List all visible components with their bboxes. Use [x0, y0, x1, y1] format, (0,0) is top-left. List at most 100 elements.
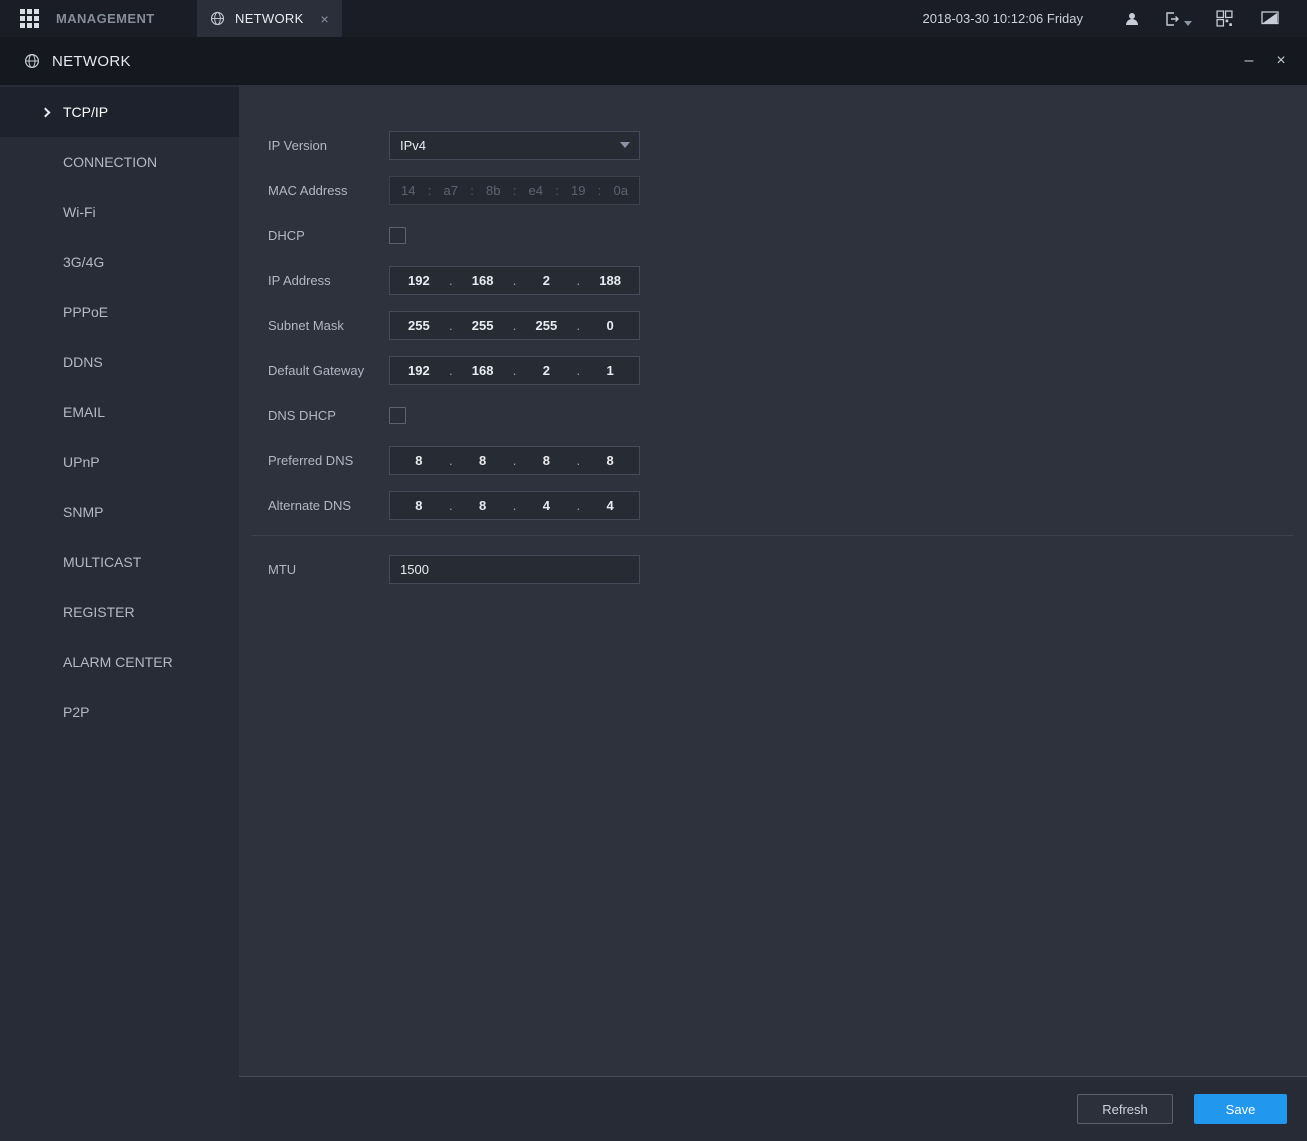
sidebar-item-ddns[interactable]: DDNS [0, 337, 239, 387]
dns-dhcp-row: DNS DHCP [268, 400, 1307, 430]
management-tab-label: MANAGEMENT [56, 11, 155, 26]
mac-segment: 8b [475, 183, 512, 198]
preferred-dns-octet[interactable]: 8 [518, 453, 576, 468]
qr-code-icon[interactable] [1201, 0, 1247, 37]
mtu-input[interactable]: 1500 [389, 555, 640, 584]
alternate-dns-octet[interactable]: 4 [518, 498, 576, 513]
sidebar-item-label: DDNS [63, 354, 103, 370]
tcpip-form: IP Version IPv4 MAC Address 14 : a7 : 8b [239, 85, 1307, 1076]
alternate-dns-octet[interactable]: 8 [390, 498, 448, 513]
user-icon[interactable] [1109, 0, 1155, 37]
sidebar-item-p2p[interactable]: P2P [0, 687, 239, 737]
taskbar-tabs: MANAGEMENT NETWORK × [0, 0, 342, 37]
dhcp-checkbox[interactable] [389, 227, 406, 244]
preferred-dns-octet[interactable]: 8 [581, 453, 639, 468]
default-gateway-row: Default Gateway 192 . 168 . 2 . 1 [268, 355, 1307, 385]
mac-segment: 0a [603, 183, 640, 198]
sidebar-item-upnp[interactable]: UPnP [0, 437, 239, 487]
network-tab[interactable]: NETWORK × [197, 0, 342, 37]
mac-address-row: MAC Address 14 : a7 : 8b : e4 : 19 : 0a [268, 175, 1307, 205]
subnet-mask-octet[interactable]: 255 [390, 318, 448, 333]
window-controls: – × [1239, 53, 1291, 69]
sidebar-item-label: SNMP [63, 504, 103, 520]
logout-icon[interactable] [1155, 0, 1201, 37]
gateway-octet[interactable]: 2 [518, 363, 576, 378]
dns-dhcp-checkbox[interactable] [389, 407, 406, 424]
footer-bar: Refresh Save [239, 1076, 1307, 1141]
sidebar-item-3g-4g[interactable]: 3G/4G [0, 237, 239, 287]
minimize-icon[interactable]: – [1239, 53, 1259, 69]
refresh-button[interactable]: Refresh [1077, 1094, 1173, 1124]
mac-segment: 19 [560, 183, 597, 198]
subnet-mask-octet[interactable]: 0 [581, 318, 639, 333]
sidebar-item-tcp-ip[interactable]: TCP/IP [0, 87, 239, 137]
ip-address-octet[interactable]: 2 [518, 273, 576, 288]
sidebar-item-multicast[interactable]: MULTICAST [0, 537, 239, 587]
subnet-mask-octet[interactable]: 255 [454, 318, 512, 333]
gateway-octet[interactable]: 192 [390, 363, 448, 378]
ip-address-octet[interactable]: 188 [581, 273, 639, 288]
ip-address-field[interactable]: 192 . 168 . 2 . 188 [389, 266, 640, 295]
sidebar-item-label: REGISTER [63, 604, 135, 620]
subnet-mask-octet[interactable]: 255 [518, 318, 576, 333]
sidebar-item-label: EMAIL [63, 404, 105, 420]
ip-version-select[interactable]: IPv4 [389, 131, 640, 160]
ip-version-value: IPv4 [400, 138, 426, 153]
ip-address-octet[interactable]: 192 [390, 273, 448, 288]
alternate-dns-field[interactable]: 8 . 8 . 4 . 4 [389, 491, 640, 520]
dns-dhcp-label: DNS DHCP [268, 408, 389, 423]
preferred-dns-label: Preferred DNS [268, 453, 389, 468]
sidebar-item-label: UPnP [63, 454, 100, 470]
alternate-dns-octet[interactable]: 4 [581, 498, 639, 513]
management-tab[interactable]: MANAGEMENT [0, 0, 197, 37]
ip-address-row: IP Address 192 . 168 . 2 . 188 [268, 265, 1307, 295]
alternate-dns-octet[interactable]: 8 [454, 498, 512, 513]
subnet-mask-row: Subnet Mask 255 . 255 . 255 . 0 [268, 310, 1307, 340]
preferred-dns-field[interactable]: 8 . 8 . 8 . 8 [389, 446, 640, 475]
dropdown-caret-icon [620, 142, 630, 148]
screen: MANAGEMENT NETWORK × 2018-03-30 10:12:06… [0, 0, 1307, 1141]
gateway-octet[interactable]: 1 [581, 363, 639, 378]
dhcp-row: DHCP [268, 220, 1307, 250]
sidebar-item-label: MULTICAST [63, 554, 141, 570]
globe-icon [210, 11, 225, 26]
alternate-dns-row: Alternate DNS 8 . 8 . 4 . 4 [268, 490, 1307, 520]
display-output-icon[interactable] [1247, 0, 1293, 37]
ip-version-label: IP Version [268, 138, 389, 153]
sidebar-item-connection[interactable]: CONNECTION [0, 137, 239, 187]
datetime-text: 2018-03-30 10:12:06 Friday [923, 11, 1083, 26]
sidebar-item-label: PPPoE [63, 304, 108, 320]
default-gateway-field[interactable]: 192 . 168 . 2 . 1 [389, 356, 640, 385]
sidebar-item-pppoe[interactable]: PPPoE [0, 287, 239, 337]
preferred-dns-octet[interactable]: 8 [390, 453, 448, 468]
subnet-mask-field[interactable]: 255 . 255 . 255 . 0 [389, 311, 640, 340]
tab-close-icon[interactable]: × [321, 12, 329, 26]
mtu-label: MTU [268, 562, 389, 577]
sidebar-item-wi-fi[interactable]: Wi-Fi [0, 187, 239, 237]
mac-address-label: MAC Address [268, 183, 389, 198]
sidebar-item-register[interactable]: REGISTER [0, 587, 239, 637]
network-tab-label: NETWORK [235, 11, 304, 26]
mac-segment: 14 [390, 183, 427, 198]
sidebar-item-label: P2P [63, 704, 89, 720]
close-icon[interactable]: × [1271, 53, 1291, 69]
save-button[interactable]: Save [1194, 1094, 1287, 1124]
mtu-value: 1500 [400, 562, 429, 577]
ip-version-row: IP Version IPv4 [268, 130, 1307, 160]
sidebar-item-label: 3G/4G [63, 254, 104, 270]
ip-address-octet[interactable]: 168 [454, 273, 512, 288]
ip-address-label: IP Address [268, 273, 389, 288]
mtu-row: MTU 1500 [268, 554, 1307, 584]
preferred-dns-octet[interactable]: 8 [454, 453, 512, 468]
mac-segment: a7 [433, 183, 470, 198]
sidebar-item-email[interactable]: EMAIL [0, 387, 239, 437]
sidebar-item-label: Wi-Fi [63, 204, 96, 220]
window-title: NETWORK [52, 53, 131, 70]
dhcp-label: DHCP [268, 228, 389, 243]
gateway-octet[interactable]: 168 [454, 363, 512, 378]
sidebar: TCP/IP CONNECTION Wi-Fi 3G/4G PPPoE DDNS… [0, 85, 239, 1141]
sidebar-item-snmp[interactable]: SNMP [0, 487, 239, 537]
sidebar-item-alarm-center[interactable]: ALARM CENTER [0, 637, 239, 687]
chevron-right-icon [41, 107, 51, 117]
mac-address-field: 14 : a7 : 8b : e4 : 19 : 0a [389, 176, 640, 205]
